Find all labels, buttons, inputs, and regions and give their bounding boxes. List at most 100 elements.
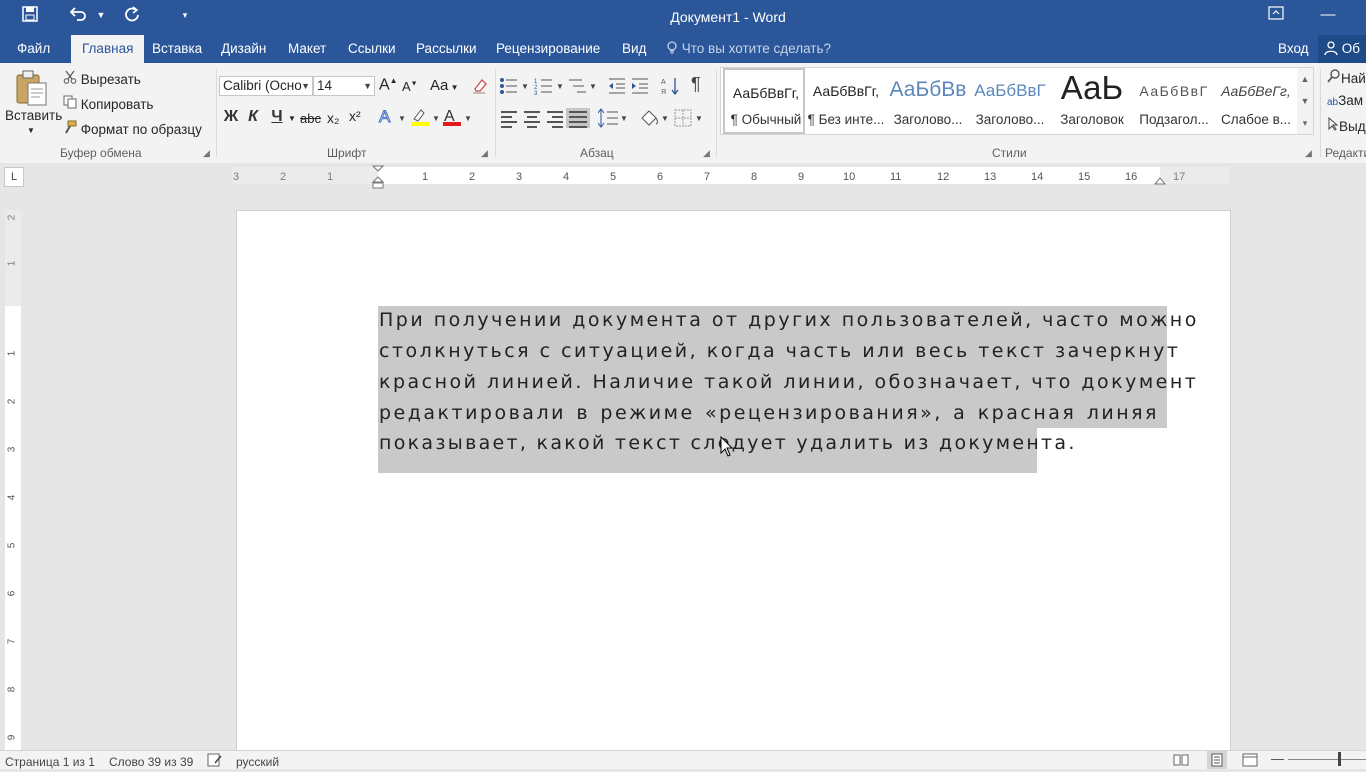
sort-icon[interactable]: AЯ (661, 76, 681, 99)
proofing-icon[interactable] (207, 753, 223, 770)
increase-indent-icon[interactable] (630, 76, 650, 99)
strikethrough-button[interactable]: abc (300, 111, 321, 126)
select-button[interactable]: Выд (1327, 116, 1366, 134)
font-name-field[interactable]: Calibri (Осно ▼ (219, 76, 313, 96)
style-sample: АаБбВв (889, 78, 967, 101)
document-page[interactable] (237, 211, 1230, 756)
style-subtle-emphasis[interactable]: АаБбВеГг, Слабое в... (1215, 68, 1297, 134)
font-size-field[interactable]: 14 ▼ (313, 76, 375, 96)
svg-text:▼: ▼ (589, 82, 597, 91)
tab-review[interactable]: Рецензирование (496, 41, 600, 56)
font-launcher-icon[interactable]: ◢ (481, 148, 488, 159)
document-line[interactable]: столкнуться с ситуацией, когда часть или… (379, 340, 1178, 362)
replace-label: Зам (1338, 93, 1364, 108)
ruler-tick: 1 (422, 171, 429, 183)
gallery-scrollbar[interactable]: ▲ ▼ ▾ (1297, 67, 1314, 135)
paste-icon[interactable] (14, 69, 50, 109)
paragraph-launcher-icon[interactable]: ◢ (703, 148, 710, 159)
chevron-down-icon[interactable]: ▼ (1297, 90, 1313, 112)
subscript-button[interactable]: x₂ (327, 110, 339, 126)
zoom-slider-thumb[interactable] (1338, 752, 1341, 766)
style-name: ¶ Обычный (730, 112, 802, 127)
multilevel-list-icon[interactable]: ▼ (568, 76, 598, 99)
tab-insert[interactable]: Вставка (152, 41, 202, 56)
style-heading-2[interactable]: АаБбВвГ Заголово... (969, 68, 1051, 134)
style-subtitle[interactable]: АаБбВвГ Подзагол... (1133, 68, 1215, 134)
document-line[interactable]: показывает, какой текст следует удалить … (379, 432, 1159, 454)
tab-home[interactable]: Главная (71, 35, 145, 63)
line-spacing-icon[interactable]: ▼ (597, 108, 628, 131)
format-painter-button[interactable]: Формат по образцу (63, 120, 202, 137)
tab-file[interactable]: Файл (17, 41, 50, 56)
justify-icon[interactable] (566, 108, 590, 128)
document-line[interactable]: красной линией. Наличие такой линии, обо… (379, 371, 1196, 393)
chevron-up-icon[interactable]: ▲ (1297, 68, 1313, 90)
word-count[interactable]: Слово 39 из 39 (109, 755, 193, 769)
tab-view[interactable]: Вид (622, 41, 646, 56)
read-mode-icon[interactable] (1173, 753, 1189, 770)
zoom-slider[interactable] (1288, 759, 1366, 760)
show-marks-button[interactable]: ¶ (691, 74, 701, 95)
clipboard-launcher-icon[interactable]: ◢ (203, 148, 210, 159)
paste-button[interactable]: Вставить (5, 108, 62, 123)
svg-text:▼: ▼ (432, 114, 440, 123)
italic-button[interactable]: К (245, 108, 261, 126)
cut-button[interactable]: Вырезать (63, 70, 141, 87)
style-heading-1[interactable]: АаБбВв Заголово... (887, 68, 969, 134)
change-case-button[interactable]: Aa ▼ (430, 77, 459, 94)
font-color-icon[interactable]: A ▼ (442, 107, 472, 130)
document-line[interactable]: редактировали в режиме «рецензирования»,… (379, 402, 1159, 424)
shrink-font-button[interactable]: A▼ (402, 79, 418, 94)
cut-label: Вырезать (80, 72, 141, 87)
bold-button[interactable]: Ж (222, 108, 240, 126)
style-sample: АаБбВеГг, (1221, 83, 1291, 99)
highlight-icon[interactable]: ▼ (409, 107, 441, 130)
language-indicator[interactable]: русский (236, 755, 279, 769)
page-count[interactable]: Страница 1 из 1 (5, 755, 95, 769)
document-line[interactable]: При получении документа от других пользо… (379, 309, 1196, 331)
tab-design[interactable]: Дизайн (221, 41, 266, 56)
numbering-icon[interactable]: 1 2 3 ▼ (534, 76, 566, 99)
align-left-icon[interactable] (500, 108, 520, 128)
paste-dropdown-icon[interactable]: ▼ (27, 126, 35, 135)
right-indent-marker-icon[interactable] (1153, 173, 1167, 188)
style-sample: АаБбВвГг, (732, 85, 800, 101)
align-right-icon[interactable] (546, 108, 566, 128)
tab-selector[interactable]: L (4, 167, 24, 187)
find-button[interactable]: Най (1327, 69, 1366, 86)
sign-in-link[interactable]: Вход (1278, 41, 1309, 56)
tab-references[interactable]: Ссылки (348, 41, 396, 56)
indent-marker-icon[interactable] (371, 165, 385, 192)
copy-button[interactable]: Копировать (63, 95, 153, 112)
superscript-button[interactable]: x² (349, 108, 361, 124)
svg-text:A: A (661, 79, 666, 86)
brush-icon (63, 120, 77, 137)
styles-launcher-icon[interactable]: ◢ (1305, 148, 1312, 159)
tab-mailings[interactable]: Рассылки (416, 41, 477, 56)
zoom-out-button[interactable]: — (1271, 751, 1284, 766)
print-layout-icon[interactable] (1207, 751, 1227, 769)
clear-formatting-icon[interactable] (472, 77, 488, 98)
share-button[interactable]: Об (1318, 35, 1366, 63)
underline-button[interactable]: Ч (268, 108, 286, 126)
more-styles-icon[interactable]: ▾ (1297, 112, 1313, 134)
tab-layout[interactable]: Макет (288, 41, 326, 56)
decrease-indent-icon[interactable] (607, 76, 627, 99)
style-normal[interactable]: АаБбВвГг, ¶ Обычный (723, 68, 805, 134)
styles-group-label: Стили (992, 146, 1027, 160)
shading-icon[interactable]: ▼ (639, 108, 669, 131)
bullets-icon[interactable]: ▼ (499, 76, 531, 99)
align-center-icon[interactable] (523, 108, 543, 128)
style-title[interactable]: АаЬ Заголовок (1051, 68, 1133, 134)
style-no-spacing[interactable]: АаБбВвГг, ¶ Без инте... (805, 68, 887, 134)
web-layout-icon[interactable] (1242, 753, 1258, 770)
text-effects-icon[interactable]: A ▼ (378, 107, 406, 130)
underline-dropdown-icon[interactable]: ▼ (288, 114, 296, 123)
borders-icon[interactable]: ▼ (673, 108, 703, 131)
ribbon-display-icon[interactable] (1256, 6, 1296, 24)
minimize-button[interactable]: — (1308, 6, 1348, 23)
grow-font-button[interactable]: A▲ (379, 76, 398, 94)
pointer-icon (1327, 116, 1339, 134)
tell-me-box[interactable]: Что вы хотите сделать? (666, 41, 831, 56)
replace-button[interactable]: abЗам (1327, 93, 1363, 108)
